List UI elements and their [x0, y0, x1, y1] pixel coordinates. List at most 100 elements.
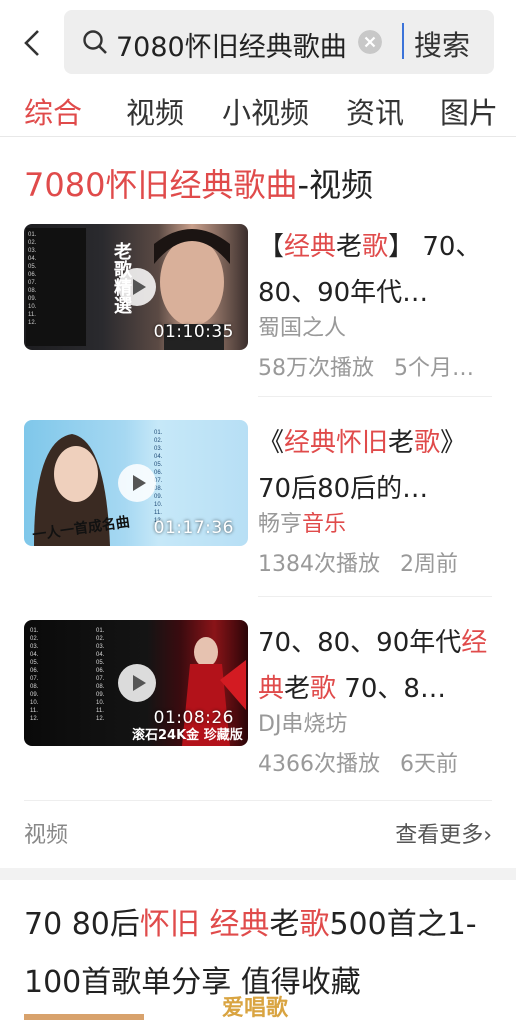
tab-all[interactable]: 综合 — [24, 90, 82, 132]
text-segment: 【 — [258, 232, 285, 262]
svg-text:09.: 09. — [28, 296, 37, 302]
svg-text:04.: 04. — [30, 652, 39, 658]
svg-text:08.: 08. — [96, 684, 105, 690]
svg-text:09.: 09. — [96, 692, 105, 698]
search-box[interactable]: 7080怀旧经典歌曲 搜索 — [64, 10, 494, 74]
section-label: 视频 — [24, 823, 69, 848]
svg-text:09.: 09. — [154, 494, 163, 500]
video-meta: 58万次播放 5个月… — [258, 356, 474, 381]
svg-text:02.: 02. — [154, 438, 163, 444]
top-bar: 7080怀旧经典歌曲 搜索 — [0, 0, 516, 84]
svg-text:01.: 01. — [28, 232, 37, 238]
video-duration: 01:10:35 — [153, 322, 234, 342]
svg-text:07.: 07. — [96, 676, 105, 682]
video-source: 畅亨音乐 — [258, 506, 346, 538]
video-title[interactable]: 70、80、90年代经典老歌 70、8… — [258, 620, 490, 712]
tab-short-video[interactable]: 小视频 — [222, 90, 309, 132]
svg-text:07.: 07. — [28, 280, 37, 286]
svg-text:03.: 03. — [154, 446, 163, 452]
highlight-text: 歌 — [299, 907, 330, 942]
text-segment: 老 — [336, 232, 363, 262]
view-more-link[interactable]: 查看更多› — [395, 817, 492, 849]
video-thumbnail[interactable]: 01. 02. 03. 04. 05. 06. 07. 08. 09. 10. 11. 12. 0… — [24, 620, 248, 746]
divider — [258, 396, 492, 397]
text-segment: 70、80、90年代 — [258, 628, 462, 658]
text-segment: 畅亨 — [258, 512, 303, 537]
svg-text:10.: 10. — [28, 304, 37, 310]
video-item[interactable]: 01. 02. 03. 04. 05. 06. 07. 08. 09. 10. 11. 12. 一… — [24, 420, 492, 577]
text-segment: 老 — [269, 907, 300, 942]
video-source: 蜀国之人 — [258, 316, 347, 341]
svg-text:01.: 01. — [96, 628, 105, 634]
svg-text:02.: 02. — [28, 240, 37, 246]
search-input[interactable]: 7080怀旧经典歌曲 — [116, 25, 391, 64]
video-meta: 4366次播放 6天前 — [258, 752, 458, 777]
svg-text:12.: 12. — [96, 716, 105, 722]
svg-text:11.: 11. — [28, 312, 36, 318]
search-button[interactable]: 搜索 — [414, 24, 470, 64]
video-thumbnail[interactable]: 01.02.03.04. 05.06.07.08. 09.10.11.12. 老… — [24, 224, 248, 350]
text-segment: 老 — [284, 674, 311, 704]
svg-text:05.: 05. — [154, 462, 163, 468]
tab-images[interactable]: 图片 — [440, 90, 498, 132]
svg-text:10.: 10. — [30, 700, 39, 706]
divider — [258, 596, 492, 597]
highlight-text: 怀旧 — [336, 428, 389, 458]
section-title[interactable]: 7080怀旧经典歌曲-视频 — [24, 160, 373, 206]
svg-text:01.: 01. — [30, 628, 39, 634]
svg-text:06.: 06. — [154, 470, 163, 476]
svg-text:03.: 03. — [30, 644, 39, 650]
category-tabs: 综合 视频 小视频 资讯 图片 — [0, 84, 516, 136]
svg-text:09.: 09. — [30, 692, 39, 698]
svg-text:02.: 02. — [96, 636, 105, 642]
divider — [0, 136, 516, 137]
svg-text:04.: 04. — [28, 256, 37, 262]
svg-text:03.: 03. — [28, 248, 37, 254]
tab-news[interactable]: 资讯 — [346, 90, 404, 132]
svg-text:08.: 08. — [30, 684, 39, 690]
highlight-text: 音乐 — [302, 512, 347, 537]
svg-text:01.: 01. — [154, 430, 163, 436]
play-icon[interactable] — [118, 464, 156, 502]
tab-video[interactable]: 视频 — [126, 90, 184, 132]
clear-icon[interactable] — [358, 30, 382, 54]
svg-text:06.: 06. — [28, 272, 37, 278]
text-segment: 70 80后 — [24, 907, 140, 942]
video-item[interactable]: 01. 02. 03. 04. 05. 06. 07. 08. 09. 10. 11. 12. 老… — [24, 224, 492, 381]
svg-text:10.: 10. — [96, 700, 105, 706]
search-icon — [83, 30, 107, 54]
highlight-text: 歌 — [310, 674, 337, 704]
video-meta: 1384次播放 2周前 — [258, 552, 458, 577]
section-gap — [0, 868, 516, 880]
svg-text:11.: 11. — [30, 708, 38, 714]
text-segment: 老 — [388, 428, 415, 458]
video-source: DJ串烧坊 — [258, 712, 348, 737]
highlight-text: 歌 — [362, 232, 389, 262]
watermark: 爱唱歌 — [222, 996, 289, 1021]
svg-text:08.: 08. — [28, 288, 37, 294]
svg-text:05.: 05. — [28, 264, 37, 270]
play-icon[interactable] — [118, 664, 156, 702]
svg-text:10.: 10. — [154, 502, 163, 508]
video-duration: 01:08:26 — [153, 708, 234, 728]
next-thumbnail-edge — [24, 1014, 144, 1020]
svg-text:05.: 05. — [30, 660, 39, 666]
svg-text:12.: 12. — [28, 320, 37, 326]
text-cursor — [402, 23, 404, 59]
video-item[interactable]: 01. 02. 03. 04. 05. 06. 07. 08. 09. 10. 11. 12. 0… — [24, 620, 492, 777]
highlight-text: 经典 — [284, 232, 337, 262]
svg-text:02.: 02. — [30, 636, 39, 642]
text-segment: 70、8… — [336, 674, 446, 704]
video-title[interactable]: 【经典老歌】 70、80、90年代… — [258, 224, 490, 316]
video-title[interactable]: 《经典怀旧老歌》70后80后的… — [258, 420, 490, 512]
svg-text:04.: 04. — [96, 652, 105, 658]
back-arrow-icon[interactable] — [18, 28, 48, 58]
video-thumbnail[interactable]: 01. 02. 03. 04. 05. 06. 07. 08. 09. 10. 11. 12. 一… — [24, 420, 248, 546]
section-footer: 视频 查看更多› — [24, 800, 492, 861]
play-icon[interactable] — [118, 268, 156, 306]
svg-text:03.: 03. — [96, 644, 105, 650]
svg-text:06.: 06. — [96, 668, 105, 674]
video-duration: 01:17:36 — [153, 518, 234, 538]
svg-text:07.: 07. — [30, 676, 39, 682]
svg-text:12.: 12. — [30, 716, 39, 722]
